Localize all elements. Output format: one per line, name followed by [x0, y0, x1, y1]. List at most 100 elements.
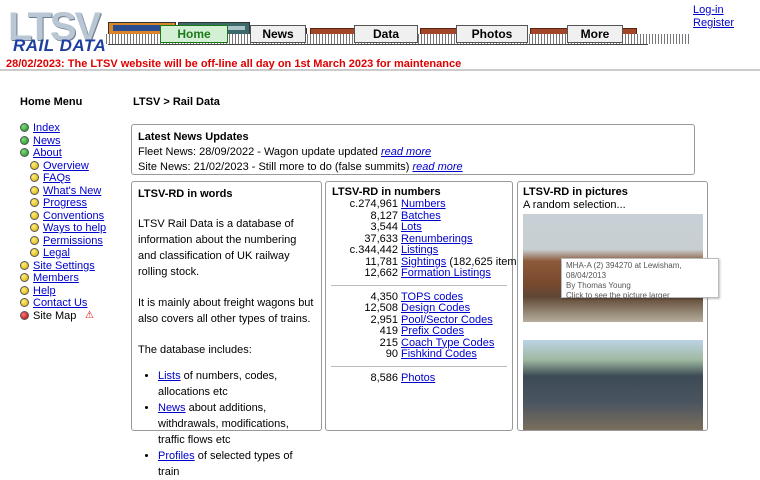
- yellow-bullet-icon: [30, 210, 39, 220]
- stat-link[interactable]: Sightings: [401, 256, 446, 268]
- tooltip-hint: Click to see the picture larger: [566, 291, 670, 300]
- menu-item[interactable]: FAQs: [20, 172, 130, 184]
- stat-value: c.344,442: [349, 244, 398, 256]
- menu-item-label[interactable]: Overview: [43, 160, 89, 172]
- stat-link[interactable]: Batches: [401, 210, 441, 222]
- list-item: News about additions, withdrawals, modif…: [158, 400, 315, 448]
- stat-extra: (182,625 items): [446, 255, 526, 268]
- stat-link[interactable]: Lots: [401, 221, 422, 233]
- account-links: Log-in Register: [693, 4, 734, 30]
- menu-item[interactable]: Ways to help: [20, 222, 130, 234]
- nav-news[interactable]: News: [250, 25, 306, 43]
- nav-data[interactable]: Data: [354, 25, 418, 43]
- red-bullet-icon: [20, 310, 29, 320]
- lists-link[interactable]: Lists: [158, 370, 181, 382]
- photo-tooltip: MHA-A (2) 394270 at Lewisham, 08/04/2013…: [561, 258, 719, 300]
- words-paragraph: LTSV Rail Data is a database of informat…: [138, 218, 297, 278]
- menu-item-label[interactable]: Site Settings: [33, 260, 95, 272]
- includes-list: Lists of numbers, codes, allocations etc…: [138, 368, 315, 480]
- menu-item-label[interactable]: Members: [33, 272, 79, 284]
- tooltip-title: MHA-A (2) 394270 at Lewisham, 08/04/2013: [566, 261, 682, 280]
- green-bullet-icon: [20, 148, 29, 157]
- warning-icon: ⚠: [85, 309, 94, 321]
- pictures-subtitle: A random selection...: [523, 199, 626, 211]
- menu-item-label[interactable]: Progress: [43, 197, 87, 209]
- stat-link[interactable]: Formation Listings: [401, 267, 491, 279]
- menu-item-label[interactable]: Site Map: [33, 310, 76, 322]
- stat-value: 90: [385, 348, 398, 360]
- login-link[interactable]: Log-in: [693, 4, 724, 16]
- stat-link[interactable]: Renumberings: [401, 233, 473, 245]
- numbers-group: 8,586 Photos: [329, 371, 509, 385]
- menu-item[interactable]: Progress: [20, 197, 130, 209]
- words-panel-title: LTSV-RD in words: [138, 188, 233, 200]
- menu-item[interactable]: Legal: [20, 247, 130, 259]
- yellow-bullet-icon: [30, 248, 39, 257]
- yellow-bullet-icon: [20, 298, 29, 307]
- fleet-news-text: Fleet News: 28/09/2022 - Wagon update up…: [138, 146, 381, 158]
- site-header: LTSV RAIL DATA Home News Data Photos Mor…: [0, 0, 760, 56]
- stat-row: 12,662 Formation Listings: [329, 267, 509, 280]
- stat-link[interactable]: TOPS codes: [401, 291, 463, 303]
- menu-item[interactable]: Permissions: [20, 235, 130, 247]
- menu-item-label[interactable]: Ways to help: [43, 222, 106, 234]
- numbers-group: c.274,961 Numbers 8,127 Batches 3,544 Lots 37,…: [329, 198, 526, 280]
- news-link[interactable]: News: [158, 402, 186, 414]
- menu-item[interactable]: Index: [20, 122, 130, 134]
- menu-item-label[interactable]: About: [33, 147, 62, 159]
- menu-item-label[interactable]: Conventions: [43, 210, 104, 222]
- fleet-read-more-link[interactable]: read more: [381, 146, 431, 158]
- site-read-more-link[interactable]: read more: [413, 161, 463, 173]
- menu-item[interactable]: Overview: [20, 160, 130, 172]
- numbers-group: 4,350 TOPS codes 12,508 Design Codes 2,951 Po…: [329, 291, 509, 361]
- yellow-bullet-icon: [20, 273, 29, 282]
- menu-item-label[interactable]: Index: [33, 122, 60, 134]
- site-news-text: Site News: 21/02/2023 - Still more to do…: [138, 161, 413, 173]
- stat-link[interactable]: Coach Type Codes: [401, 337, 494, 349]
- home-menu: Index News About Overview FAQs What's New Prog…: [20, 122, 130, 322]
- yellow-bullet-icon: [20, 260, 29, 270]
- menu-item-label[interactable]: What's New: [43, 185, 101, 197]
- yellow-bullet-icon: [20, 285, 29, 295]
- menu-item[interactable]: Contact Us: [20, 297, 130, 309]
- menu-item[interactable]: About: [20, 147, 130, 159]
- menu-item-label[interactable]: News: [33, 135, 61, 147]
- menu-item[interactable]: Site Settings: [20, 260, 130, 272]
- stat-value: 8,586: [370, 371, 398, 384]
- pictures-panel: LTSV-RD in pictures A random selection..…: [517, 181, 708, 431]
- maintenance-notice: 28/02/2023: The LTSV website will be off…: [0, 57, 760, 71]
- menu-item-label[interactable]: Help: [33, 285, 56, 297]
- green-bullet-icon: [20, 135, 29, 145]
- stat-link[interactable]: Pool/Sector Codes: [401, 314, 493, 326]
- yellow-bullet-icon: [30, 173, 39, 182]
- stat-link[interactable]: Numbers: [401, 198, 446, 210]
- words-paragraph: The database includes:: [138, 344, 252, 356]
- list-item: Lists of numbers, codes, allocations etc: [158, 368, 315, 400]
- stat-link[interactable]: Design Codes: [401, 302, 470, 314]
- profiles-link[interactable]: Profiles: [158, 450, 195, 462]
- stat-link[interactable]: Photos: [401, 372, 435, 384]
- menu-item[interactable]: Conventions: [20, 210, 130, 222]
- stat-link[interactable]: Listings: [401, 244, 438, 256]
- stat-link[interactable]: Fishkind Codes: [401, 348, 477, 360]
- nav-photos[interactable]: Photos: [456, 25, 528, 43]
- menu-item[interactable]: What's New: [20, 185, 130, 197]
- site-news-line: Site News: 21/02/2023 - Still more to do…: [138, 160, 688, 175]
- menu-item[interactable]: Site Map ⚠: [20, 310, 130, 322]
- nav-more[interactable]: More: [567, 25, 623, 43]
- stat-value: 419: [379, 325, 398, 337]
- menu-item-label[interactable]: FAQs: [43, 172, 71, 184]
- menu-item-label[interactable]: Contact Us: [33, 297, 87, 309]
- register-link[interactable]: Register: [693, 17, 734, 29]
- menu-item[interactable]: News: [20, 135, 130, 147]
- latest-news-panel: Latest News Updates Fleet News: 28/09/20…: [131, 124, 695, 175]
- menu-item-label[interactable]: Legal: [43, 247, 70, 259]
- breadcrumb: LTSV > Rail Data: [133, 96, 220, 108]
- menu-item[interactable]: Members: [20, 272, 130, 284]
- stat-link[interactable]: Prefix Codes: [401, 325, 464, 337]
- site-logo[interactable]: LTSV RAIL DATA: [8, 7, 108, 55]
- menu-item[interactable]: Help: [20, 285, 130, 297]
- menu-item-label[interactable]: Permissions: [43, 235, 103, 247]
- yellow-bullet-icon: [30, 160, 39, 170]
- nav-home[interactable]: Home: [160, 25, 228, 43]
